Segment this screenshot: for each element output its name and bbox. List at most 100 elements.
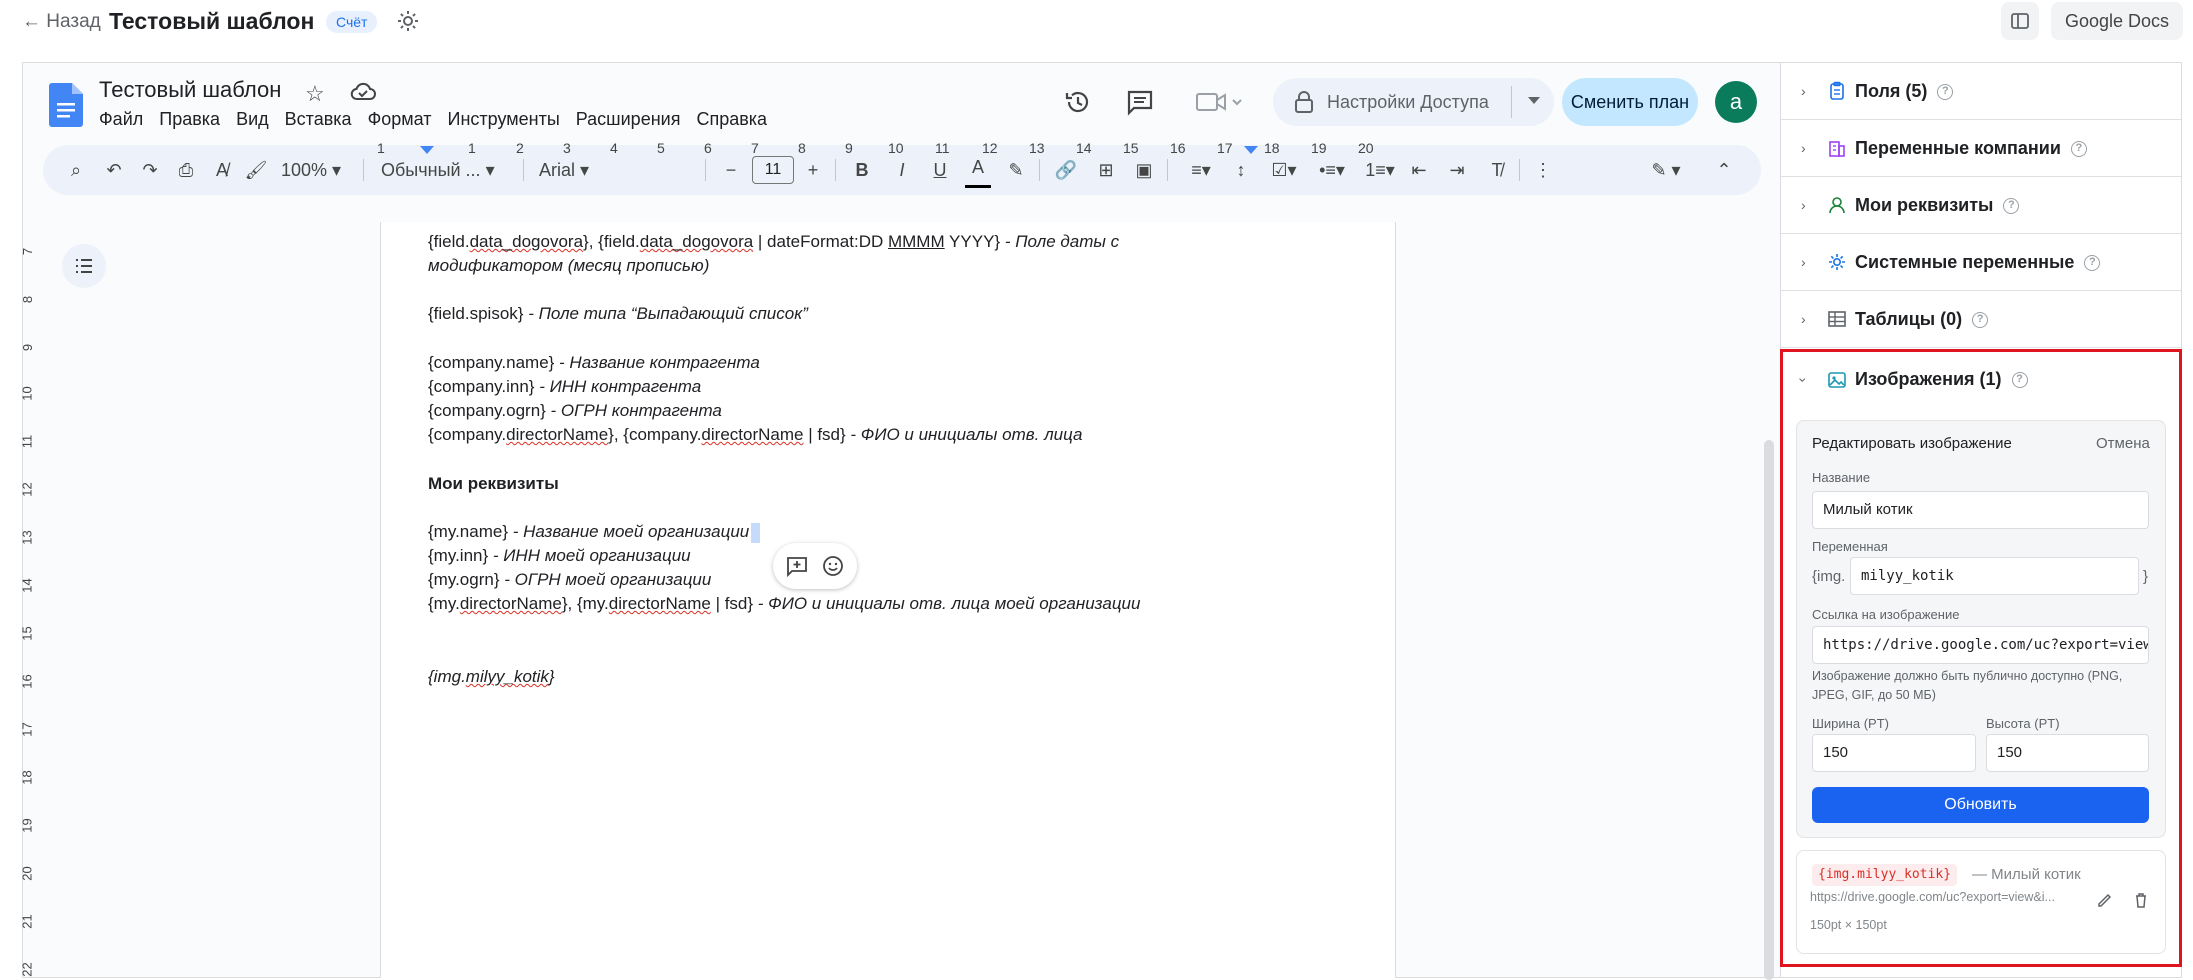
ruler-mark: 9	[20, 343, 36, 352]
help-icon[interactable]: ?	[2084, 254, 2101, 271]
menu-tools[interactable]: Инструменты	[448, 109, 560, 130]
toolbar-divider	[363, 159, 364, 181]
menu-insert[interactable]: Вставка	[285, 109, 352, 130]
ruler-mark: 10	[19, 386, 35, 401]
section-fields[interactable]: › Поля (5)?	[1781, 63, 2181, 120]
section-system-variables[interactable]: › Системные переменные?	[1781, 234, 2181, 291]
spellcheck-icon[interactable]: A̸	[207, 145, 237, 195]
edit-heading: Редактировать изображение	[1812, 435, 2012, 452]
history-icon[interactable]	[1063, 87, 1093, 117]
cancel-link[interactable]: Отмена	[2096, 435, 2150, 452]
doc-line[interactable]: {my.inn} - ИНН моей организации	[428, 546, 691, 566]
help-icon[interactable]: ?	[1972, 311, 1989, 328]
back-link[interactable]: ← Назад	[22, 11, 101, 33]
menu-help[interactable]: Справка	[696, 109, 767, 130]
doc-line[interactable]: {company.directorName}, {company.directo…	[428, 425, 1082, 445]
increase-indent-icon[interactable]: ⇥	[1443, 145, 1471, 195]
chevron-down-icon[interactable]	[1528, 97, 1540, 104]
ruler-mark: 22	[19, 962, 35, 977]
google-docs-button[interactable]: Google Docs	[2051, 2, 2184, 40]
editing-mode-icon[interactable]: ✎ ▾	[1643, 145, 1689, 195]
doc-heading[interactable]: Мои реквизиты	[428, 474, 559, 494]
doc-line[interactable]: {my.ogrn} - ОГРН моей организации	[428, 570, 711, 590]
meet-icon[interactable]	[1195, 89, 1243, 115]
font-size-input[interactable]: 11	[752, 156, 794, 184]
more-icon[interactable]: ⋮	[1531, 145, 1555, 195]
undo-icon[interactable]: ↶	[99, 145, 129, 195]
emoji-icon[interactable]	[821, 554, 845, 578]
search-icon[interactable]: ⌕	[61, 145, 91, 195]
ruler-mark: 20	[1358, 140, 1374, 156]
vertical-ruler: 7 8 9 10 11 12 13 14 15 16 17 18 19 20 2…	[0, 160, 35, 977]
section-title: Таблицы (0)	[1855, 308, 1963, 329]
doc-line[interactable]: {field.data_dogovora}, {field.data_dogov…	[428, 232, 1119, 252]
height-input[interactable]: 150	[1986, 734, 2149, 772]
variable-input[interactable]: milyy_kotik	[1850, 557, 2139, 595]
chevron-up-icon[interactable]: ⌃	[1709, 145, 1739, 195]
document-name[interactable]: Тестовый шаблон	[99, 77, 281, 103]
section-company-variables[interactable]: › Переменные компании?	[1781, 120, 2181, 177]
access-settings-label: Настройки Доступа	[1327, 91, 1489, 112]
pencil-icon[interactable]	[2096, 891, 2114, 909]
variable-suffix: }	[2143, 568, 2149, 585]
clear-format-icon[interactable]: T̸	[1483, 145, 1511, 195]
ruler-mark: 11	[19, 434, 35, 449]
doc-line[interactable]: {my.directorName}, {my.directorName | fs…	[428, 594, 1140, 614]
doc-line[interactable]: {field.spisok} - Поле типа “Выпадающий с…	[428, 304, 808, 324]
toolbar-divider	[1039, 159, 1040, 181]
panel-icon	[2011, 13, 2029, 29]
change-plan-button[interactable]: Сменить план	[1562, 78, 1698, 126]
add-comment-icon[interactable]	[785, 554, 809, 578]
redo-icon[interactable]: ↷	[135, 145, 165, 195]
left-indent-handle[interactable]	[420, 146, 434, 154]
doc-line[interactable]: {company.name} - Название контрагента	[428, 353, 760, 373]
right-indent-handle[interactable]	[1244, 146, 1258, 154]
menu-edit[interactable]: Правка	[159, 109, 220, 130]
doc-line[interactable]: {img.milyy_kotik}	[428, 667, 555, 687]
menu-extensions[interactable]: Расширения	[576, 109, 681, 130]
help-icon[interactable]: ?	[1937, 83, 1954, 100]
docs-scrollbar[interactable]	[1764, 440, 1774, 980]
menu-file[interactable]: Файл	[99, 109, 143, 130]
lock-icon	[1295, 91, 1313, 113]
sidebar-toggle-button[interactable]	[2001, 2, 2039, 40]
menu-view[interactable]: Вид	[236, 109, 269, 130]
doc-line[interactable]: {company.inn} - ИНН контрагента	[428, 377, 701, 397]
update-button[interactable]: Обновить	[1812, 787, 2149, 823]
image-name-input[interactable]: Милый котик	[1812, 491, 2149, 529]
section-my-details[interactable]: › Мои реквизиты?	[1781, 177, 2181, 234]
docs-logo-icon	[49, 83, 83, 127]
image-url-input[interactable]: https://drive.google.com/uc?export=view	[1812, 626, 2149, 664]
image-variable-code[interactable]: {img.milyy_kotik}	[1812, 864, 1958, 886]
section-tables[interactable]: › Таблицы (0)?	[1781, 291, 2181, 348]
doc-line[interactable]: модификатором (месяц прописью)	[428, 256, 709, 276]
trash-icon[interactable]	[2132, 891, 2150, 909]
cloud-icon[interactable]	[350, 81, 376, 103]
doc-line[interactable]: {company.ogrn} - ОГРН контрагента	[428, 401, 722, 421]
clipboard-icon	[1830, 81, 1844, 100]
section-title: Мои реквизиты	[1855, 194, 1994, 215]
print-icon[interactable]: ⎙	[171, 145, 201, 195]
paint-format-icon[interactable]: 🖌	[241, 145, 271, 195]
chevron-right-icon: ›	[1801, 83, 1806, 99]
width-input[interactable]: 150	[1812, 734, 1976, 772]
doc-line[interactable]: {my.name} - Название моей организации	[428, 522, 761, 543]
help-icon[interactable]: ?	[2003, 197, 2020, 214]
ruler-mark: 2	[516, 140, 524, 156]
access-settings-button[interactable]: Настройки Доступа	[1273, 78, 1554, 126]
list-icon	[76, 259, 92, 273]
outline-button[interactable]	[62, 244, 106, 288]
decrease-indent-icon[interactable]: ⇤	[1405, 145, 1433, 195]
zoom-select[interactable]: 100% ▾	[281, 145, 355, 195]
zoom-value: 100%	[281, 160, 328, 180]
menu-format[interactable]: Формат	[368, 109, 432, 130]
ruler-mark: 11	[935, 140, 950, 156]
comment-icon[interactable]	[1125, 87, 1155, 117]
ruler-mark: 7	[20, 247, 36, 256]
ruler-mark: 4	[610, 140, 618, 156]
gear-icon[interactable]	[396, 9, 420, 33]
avatar[interactable]: a	[1715, 81, 1757, 123]
help-icon[interactable]: ?	[2070, 140, 2087, 157]
star-icon[interactable]: ☆	[305, 81, 325, 107]
text-cursor	[751, 522, 761, 543]
